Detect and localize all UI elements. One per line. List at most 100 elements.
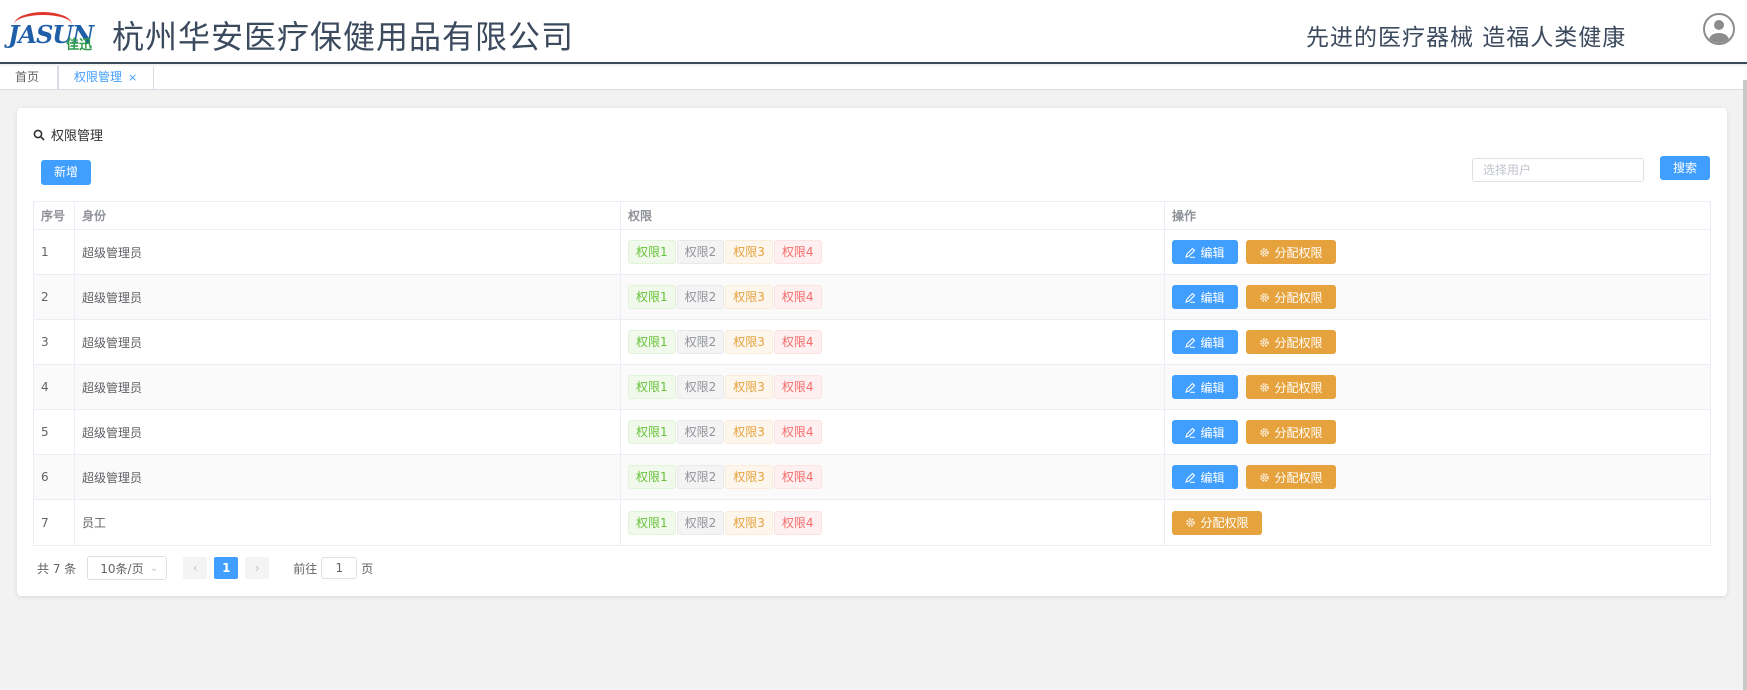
search-button[interactable]: 搜索 (1660, 156, 1710, 180)
row-permissions: 权限1 权限2 权限3 权限4 (621, 455, 1165, 499)
page-size-value: 10条/页 (100, 561, 144, 576)
row-actions: 编辑 分配权限 (1165, 365, 1710, 409)
edit-button[interactable]: 编辑 (1172, 330, 1238, 354)
permission-tag-3: 权限3 (725, 375, 773, 399)
header-role: 身份 (75, 202, 621, 229)
gear-icon (1260, 427, 1270, 437)
row-no: 1 (34, 230, 75, 274)
assign-label: 分配权限 (1200, 516, 1249, 530)
tab-home-label: 首页 (15, 70, 40, 84)
page-scrollbar[interactable] (1743, 80, 1747, 690)
permission-tag-2: 权限2 (676, 375, 725, 399)
company-logo: JASUN 佳迅 (8, 10, 104, 53)
close-icon[interactable]: × (128, 71, 137, 84)
edit-label: 编辑 (1200, 380, 1225, 395)
table-row: 1 超级管理员 权限1 权限2 权限3 权限4 编辑 分配权限 (34, 230, 1710, 275)
assign-label: 分配权限 (1274, 290, 1323, 305)
row-no: 7 (34, 500, 75, 545)
row-no: 3 (34, 320, 75, 364)
pagination-total: 共 7 条 (37, 561, 77, 576)
permission-tag-2: 权限2 (676, 510, 725, 535)
company-name: 杭州华安医疗保健用品有限公司 (112, 18, 575, 56)
permission-tag-4: 权限4 (773, 465, 822, 489)
next-page-button[interactable]: › (245, 557, 270, 579)
header-actions: 操作 (1172, 209, 1197, 223)
row-role: 超级管理员 (75, 230, 621, 274)
row-role: 超级管理员 (75, 320, 621, 364)
edit-button[interactable]: 编辑 (1172, 375, 1238, 399)
card-title: 权限管理 (33, 125, 103, 144)
assign-permission-button[interactable]: 分配权限 (1246, 240, 1336, 264)
table-row: 7 员工 权限1 权限2 权限3 权限4 分配权限 (34, 500, 1710, 545)
permission-tag-3: 权限3 (725, 420, 773, 444)
edit-icon (1185, 337, 1196, 348)
page-size-select[interactable]: 10条/页 ⌄ (87, 556, 168, 580)
tab-home[interactable]: 首页 (0, 66, 58, 89)
permission-tag-4: 权限4 (773, 375, 822, 399)
table-row: 3 超级管理员 权限1 权限2 权限3 权限4 编辑 分配权限 (34, 320, 1710, 365)
edit-icon (1185, 292, 1196, 303)
chevron-right-icon: › (254, 561, 260, 575)
pagination: 共 7 条 10条/页 ⌄ ‹ 1 › 前往 页 (37, 556, 373, 580)
prev-page-button[interactable]: ‹ (183, 557, 208, 579)
tab-permission-management[interactable]: 权限管理 × (58, 66, 154, 89)
page-number-button[interactable]: 1 (214, 557, 239, 579)
permission-tag-4: 权限4 (773, 240, 822, 264)
permission-tag-1: 权限1 (628, 510, 676, 535)
add-button[interactable]: 新增 (41, 160, 91, 185)
row-actions: 编辑 分配权限 (1165, 230, 1710, 274)
edit-icon (1185, 427, 1196, 438)
row-permissions: 权限1 权限2 权限3 权限4 (621, 230, 1165, 274)
edit-label: 编辑 (1200, 335, 1225, 350)
assign-permission-button[interactable]: 分配权限 (1172, 510, 1262, 535)
assign-permission-button[interactable]: 分配权限 (1246, 285, 1336, 309)
row-no: 4 (34, 365, 75, 409)
permission-tag-4: 权限4 (773, 285, 822, 309)
permission-tag-1: 权限1 (628, 465, 676, 489)
edit-icon (1185, 472, 1196, 483)
avatar-head (1714, 20, 1724, 30)
gear-icon (1186, 518, 1196, 527)
edit-label: 编辑 (1200, 290, 1225, 305)
edit-button[interactable]: 编辑 (1172, 285, 1238, 309)
header-no: 序号 (34, 202, 75, 229)
row-permissions: 权限1 权限2 权限3 权限4 (621, 500, 1165, 545)
edit-button[interactable]: 编辑 (1172, 420, 1238, 444)
row-no: 2 (34, 275, 75, 319)
row-role: 员工 (75, 500, 621, 545)
tab-permission-label: 权限管理 (74, 70, 123, 84)
table-row: 2 超级管理员 权限1 权限2 权限3 权限4 编辑 分配权限 (34, 275, 1710, 320)
permission-tag-2: 权限2 (676, 330, 725, 354)
permission-tag-1: 权限1 (628, 240, 676, 264)
edit-button[interactable]: 编辑 (1172, 240, 1238, 264)
chevron-left-icon: ‹ (192, 561, 198, 575)
permission-tag-2: 权限2 (676, 285, 725, 309)
assign-permission-button[interactable]: 分配权限 (1246, 375, 1336, 399)
assign-label: 分配权限 (1274, 425, 1323, 440)
user-avatar-icon[interactable] (1703, 13, 1735, 45)
permission-tag-4: 权限4 (773, 420, 822, 444)
table-row: 6 超级管理员 权限1 权限2 权限3 权限4 编辑 分配权限 (34, 455, 1710, 500)
chevron-down-icon: ⌄ (149, 562, 159, 574)
assign-permission-button[interactable]: 分配权限 (1246, 420, 1336, 444)
permission-tag-1: 权限1 (628, 420, 676, 444)
permission-tag-4: 权限4 (773, 330, 822, 354)
tab-bar: 首页 权限管理 × (0, 66, 1747, 90)
permission-tag-1: 权限1 (628, 285, 676, 309)
permission-card: 权限管理 新增 搜索 序号 身份 权限 操作 1 超级管理员 权限1权限2权限3… (17, 108, 1727, 596)
row-actions: 编辑 分配权限 (1165, 320, 1710, 364)
card-title-label: 权限管理 (51, 129, 104, 144)
permission-tag-3: 权限3 (725, 465, 773, 489)
assign-label: 分配权限 (1274, 335, 1323, 350)
slogan: 先进的医疗器械 造福人类健康 (1306, 25, 1627, 51)
row-actions: 编辑 分配权限 (1165, 275, 1710, 319)
assign-permission-button[interactable]: 分配权限 (1246, 330, 1336, 354)
user-select-input[interactable] (1472, 158, 1644, 182)
edit-button[interactable]: 编辑 (1172, 465, 1238, 489)
permission-tag-3: 权限3 (725, 510, 773, 535)
goto-page-input[interactable] (321, 557, 358, 579)
permission-tag-1: 权限1 (628, 375, 676, 399)
row-permissions: 权限1 权限2 权限3 权限4 (621, 275, 1165, 319)
app-header: JASUN 佳迅 杭州华安医疗保健用品有限公司 先进的医疗器械 造福人类健康 (0, 0, 1747, 64)
assign-permission-button[interactable]: 分配权限 (1246, 465, 1336, 489)
